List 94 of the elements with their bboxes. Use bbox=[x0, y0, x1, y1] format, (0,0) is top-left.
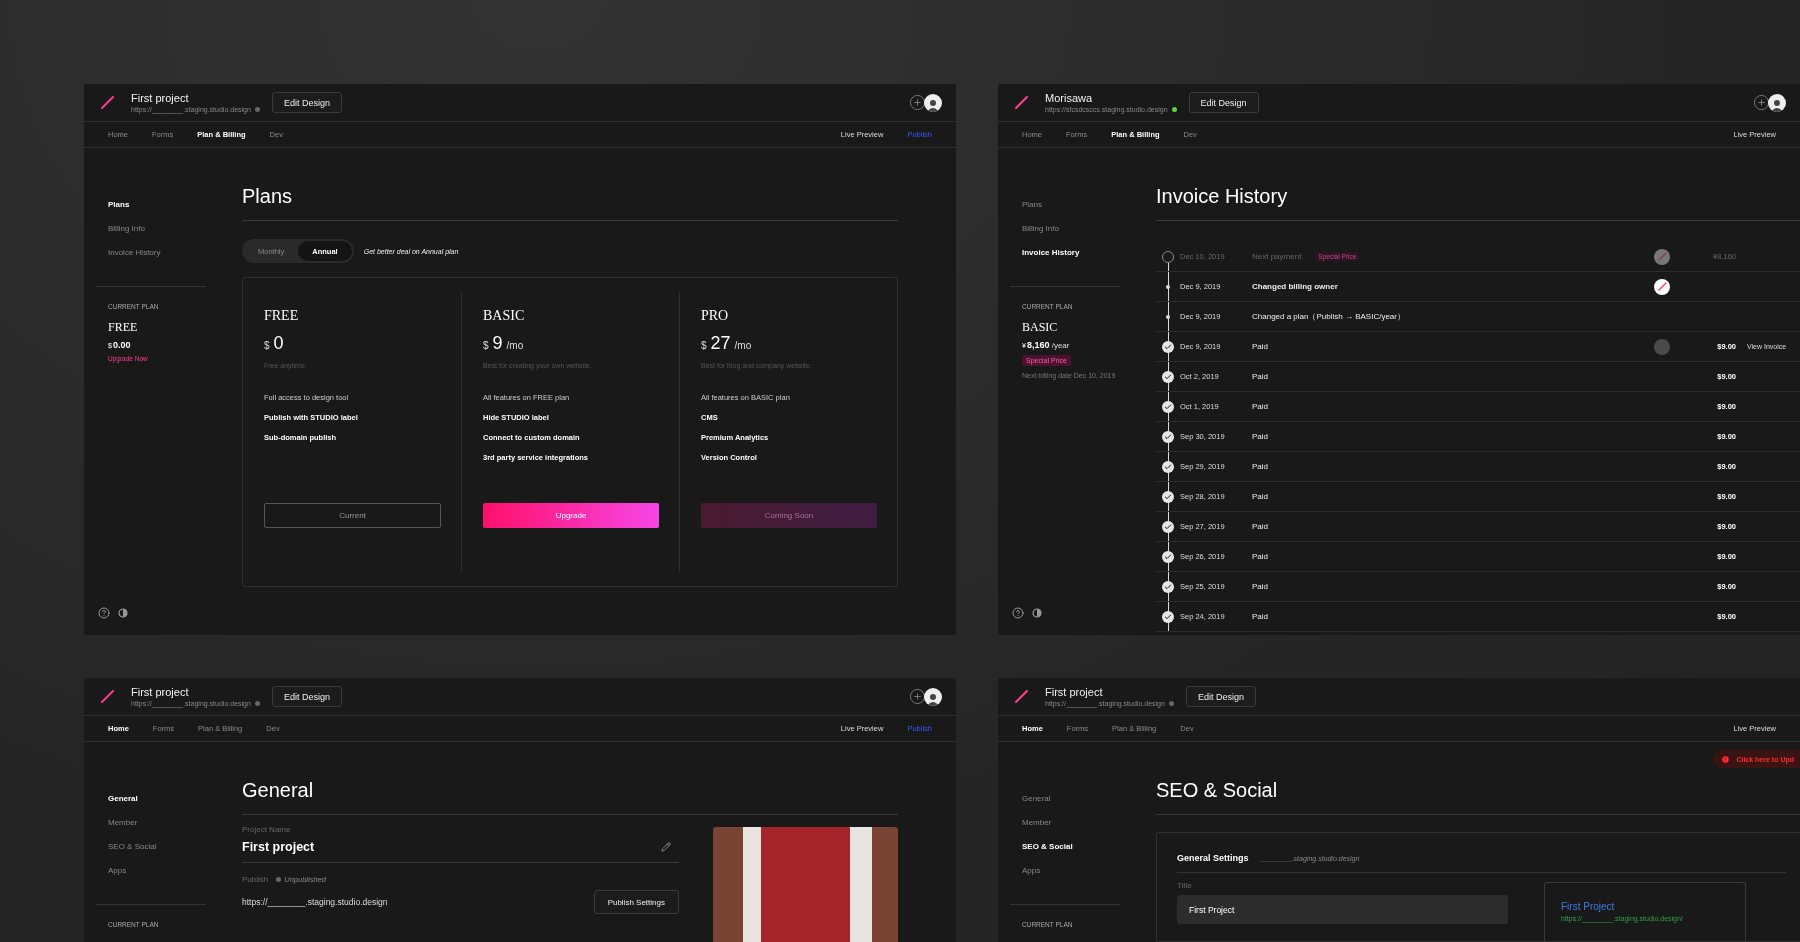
plan-button[interactable]: Coming Soon bbox=[701, 503, 877, 528]
invoice-event: Next payment bbox=[1252, 252, 1302, 261]
check-icon bbox=[1162, 370, 1174, 383]
add-icon[interactable] bbox=[909, 94, 926, 111]
sidebar-item[interactable]: Plans bbox=[1010, 192, 1124, 216]
field-label: Publish bbox=[242, 875, 269, 884]
sidebar-item[interactable]: Member bbox=[1010, 810, 1124, 834]
logo-icon bbox=[1015, 690, 1028, 703]
sidebar-item[interactable]: General bbox=[1010, 786, 1124, 810]
plan-price: 9 bbox=[492, 333, 503, 354]
logo-icon bbox=[1015, 96, 1028, 109]
invoice-event: Paid bbox=[1252, 522, 1268, 531]
help-icon[interactable] bbox=[98, 607, 110, 619]
field-label: Project Name bbox=[242, 825, 292, 834]
sidebar-item[interactable]: Apps bbox=[96, 858, 210, 882]
plan-name: BASIC bbox=[483, 308, 526, 324]
publish-settings-button[interactable]: Publish Settings bbox=[593, 890, 679, 914]
project-name-field[interactable]: First project bbox=[242, 834, 679, 863]
logo-icon bbox=[101, 690, 114, 703]
check-icon bbox=[1162, 550, 1174, 563]
site-url: https://________.staging.studio.design bbox=[242, 897, 388, 907]
edit-icon[interactable] bbox=[661, 842, 671, 852]
check-icon bbox=[1162, 580, 1174, 593]
invoice-event: Paid bbox=[1252, 432, 1268, 441]
project-title: First project bbox=[131, 92, 190, 104]
project-title: First project bbox=[131, 686, 190, 698]
page-title: SEO & Social bbox=[1156, 779, 1800, 815]
plan-name: FREE bbox=[264, 308, 300, 324]
timeline-dot-icon bbox=[1166, 284, 1170, 289]
alert-icon bbox=[1721, 754, 1731, 764]
check-icon bbox=[1162, 340, 1174, 353]
edit-design-button[interactable]: Edit Design bbox=[271, 92, 342, 113]
timeline-circle-icon bbox=[1162, 250, 1174, 263]
project-title: First project bbox=[1045, 686, 1104, 698]
section-title: General Settings bbox=[1177, 853, 1249, 863]
plan-button[interactable]: Upgrade bbox=[483, 503, 659, 528]
check-icon bbox=[1162, 400, 1174, 413]
check-icon bbox=[1162, 460, 1174, 473]
help-icon[interactable] bbox=[1012, 607, 1024, 619]
plan-price: 27 bbox=[710, 333, 731, 354]
invoice-event: Paid bbox=[1252, 582, 1268, 591]
sidebar-item[interactable]: Invoice History bbox=[96, 240, 210, 264]
invoice-event: Paid bbox=[1252, 402, 1268, 411]
sidebar-item[interactable]: Member bbox=[96, 810, 210, 834]
avatar-icon[interactable] bbox=[924, 687, 942, 706]
preview-title-link[interactable]: First Project bbox=[1561, 901, 1745, 912]
edit-design-button[interactable]: Edit Design bbox=[1188, 92, 1259, 113]
check-icon bbox=[1162, 520, 1174, 533]
edit-design-button[interactable]: Edit Design bbox=[271, 686, 342, 707]
currency-symbol: $ bbox=[264, 340, 270, 351]
contrast-icon[interactable] bbox=[1031, 607, 1043, 619]
plan-price: 0 bbox=[273, 333, 284, 354]
sidebar-item[interactable]: General bbox=[96, 786, 210, 810]
invoice-event: Changed a plan（Publish → BASIC/year） bbox=[1252, 311, 1405, 322]
avatar-icon[interactable] bbox=[1768, 93, 1786, 112]
invoice-event: Paid bbox=[1252, 612, 1268, 621]
add-icon[interactable] bbox=[1753, 94, 1770, 111]
currency-symbol: $ bbox=[701, 340, 707, 351]
plan-button[interactable]: Current bbox=[264, 503, 441, 528]
sidebar-item[interactable]: Apps bbox=[1010, 858, 1124, 882]
sidebar-item[interactable]: Invoice History bbox=[1010, 240, 1124, 264]
avatar-icon[interactable] bbox=[924, 93, 942, 112]
invoice-event: Paid bbox=[1252, 342, 1268, 351]
timeline-dot-icon bbox=[1166, 314, 1170, 319]
invoice-event: Changed billing owner bbox=[1252, 282, 1338, 291]
project-name: First project bbox=[242, 840, 315, 854]
current-plan-name: BASIC bbox=[1022, 320, 1059, 335]
plan-name: PRO bbox=[701, 308, 730, 324]
page-title: Invoice History bbox=[1156, 185, 1800, 221]
check-icon bbox=[1162, 610, 1174, 623]
invoice-event: Paid bbox=[1252, 492, 1268, 501]
invoice-event: Paid bbox=[1252, 462, 1268, 471]
project-title: Morisawa bbox=[1045, 92, 1094, 104]
edit-design-button[interactable]: Edit Design bbox=[1185, 686, 1256, 707]
add-icon[interactable] bbox=[909, 688, 926, 705]
check-icon bbox=[1162, 430, 1174, 443]
sidebar-item[interactable]: SEO & Social bbox=[1010, 834, 1124, 858]
current-plan-name: FREE bbox=[108, 320, 139, 335]
currency-symbol: $ bbox=[483, 340, 489, 351]
price-unit: /mo bbox=[506, 340, 524, 351]
sidebar-item[interactable]: Plans bbox=[96, 192, 210, 216]
page-title: General bbox=[242, 779, 898, 815]
check-icon bbox=[1162, 490, 1174, 503]
sidebar-item[interactable]: Billing Info bbox=[96, 216, 210, 240]
invoice-event: Paid bbox=[1252, 552, 1268, 561]
field-label: Title bbox=[1177, 881, 1193, 890]
invoice-event: Paid bbox=[1252, 372, 1268, 381]
price-unit: /mo bbox=[734, 340, 752, 351]
sidebar-item[interactable]: Billing Info bbox=[1010, 216, 1124, 240]
title-input[interactable]: First Project bbox=[1177, 895, 1508, 924]
sidebar-item[interactable]: SEO & Social bbox=[96, 834, 210, 858]
logo-icon bbox=[101, 96, 114, 109]
contrast-icon[interactable] bbox=[117, 607, 129, 619]
page-title: Plans bbox=[242, 185, 898, 221]
